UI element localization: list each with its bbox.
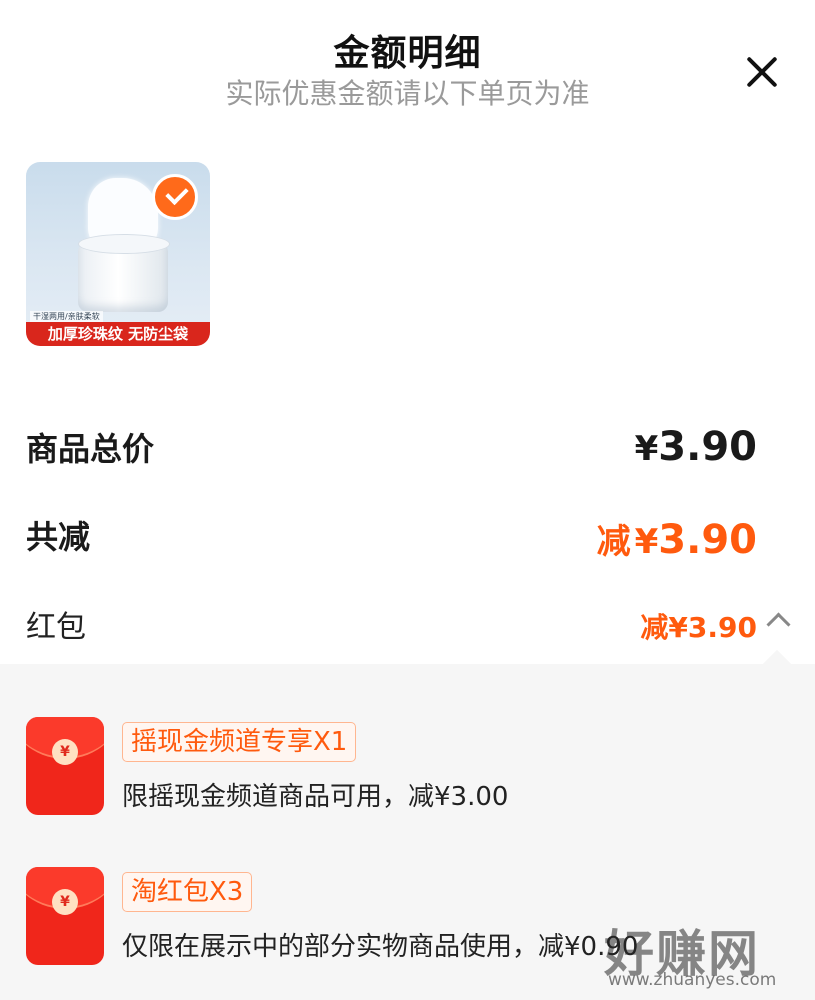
chevron-up-icon[interactable] [766, 612, 791, 637]
discount-amount: 3.90 [658, 517, 757, 563]
currency-symbol: ¥ [634, 522, 659, 562]
yuan-coin-icon: ¥ [52, 889, 78, 915]
coupon-tag: 摇现金频道专享X1 [122, 722, 357, 762]
thumbnail-banner: 加厚珍珠纹 无防尘袋 [26, 322, 210, 346]
red-envelope-icon: ¥ [26, 867, 104, 965]
discount-total-label: 共减 [26, 518, 91, 556]
page-title: 金额明细 [333, 33, 482, 74]
product-thumbnail[interactable]: 干湿两用/亲肤柔软 加厚珍珠纹 无防尘袋 [26, 162, 210, 346]
red-envelope-icon: ¥ [26, 717, 104, 815]
tissue-roll-image [78, 234, 170, 312]
coupon-description: 限摇现金频道商品可用，减¥3.00 [122, 782, 509, 812]
total-amount: 3.90 [658, 424, 757, 470]
checkmark-icon[interactable] [152, 174, 198, 220]
total-price-label: 商品总价 [26, 430, 155, 468]
discount-total-value: 减 ¥3.90 [597, 514, 757, 563]
yuan-coin-icon: ¥ [52, 739, 78, 765]
coupon-description: 仅限在展示中的部分实物商品使用，减¥0.90 [122, 932, 639, 962]
hongbao-label[interactable]: 红包 [26, 602, 86, 646]
coupon-tag: 淘红包X3 [122, 872, 253, 912]
thumbnail-caption: 干湿两用/亲肤柔软 [30, 311, 103, 322]
hongbao-detail-panel: ¥ 摇现金频道专享X1 限摇现金频道商品可用，减¥3.00 ¥ 淘红包X3 仅限… [0, 649, 815, 1000]
currency-symbol: ¥ [634, 429, 659, 469]
discount-prefix: 减 [596, 522, 631, 562]
close-icon[interactable] [740, 50, 784, 94]
hongbao-value[interactable]: 减¥3.90 [640, 606, 757, 646]
panel-pointer [762, 649, 792, 679]
total-price-value: ¥3.90 [635, 424, 757, 470]
page-subtitle: 实际优惠金额请以下单页为准 [225, 77, 590, 110]
header: 金额明细 实际优惠金额请以下单页为准 [0, 0, 815, 130]
